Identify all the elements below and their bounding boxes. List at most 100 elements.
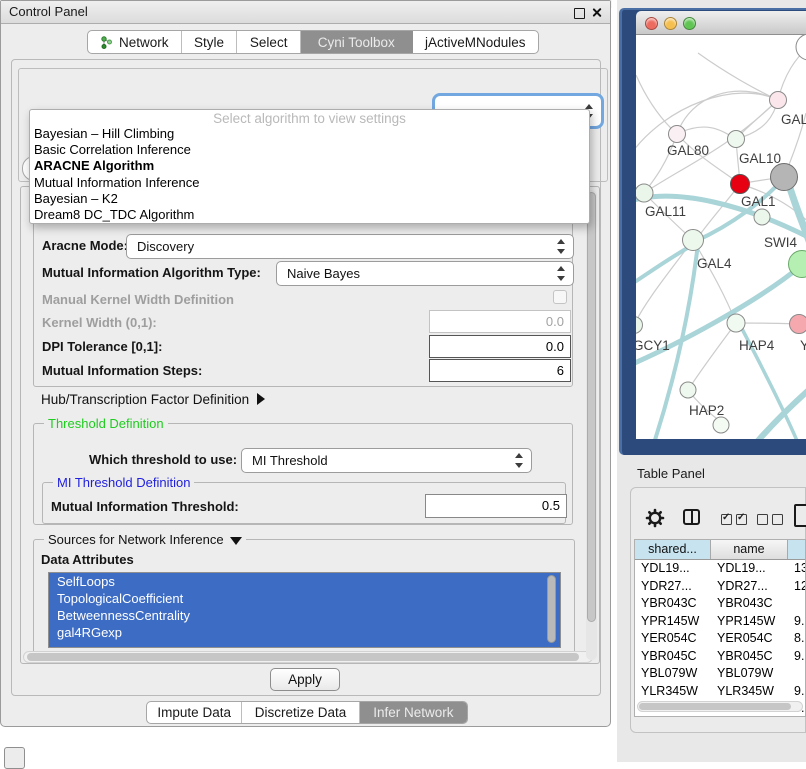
tab-discretize-data[interactable]: Discretize Data [242, 702, 359, 723]
node-swi4[interactable] [754, 209, 770, 225]
table-row[interactable]: YBL079WYBL079W [635, 665, 805, 683]
column-header-name[interactable]: name [711, 540, 788, 559]
dropdown-item-dream8[interactable]: Dream8 DC_TDC Algorithm [30, 207, 589, 223]
node-gal2[interactable] [770, 92, 787, 109]
table-row[interactable]: YPR145WYPR145W9. [635, 613, 805, 631]
zoom-traffic-light-icon[interactable] [683, 17, 696, 30]
document-icon[interactable] [794, 504, 806, 527]
kernel-width-field[interactable]: 0.0 [429, 310, 571, 333]
unchecked-columns-icon[interactable] [755, 512, 785, 530]
settings-vertical-scrollbar[interactable] [586, 190, 597, 660]
tab-cyni-toolbox[interactable]: Cyni Toolbox [301, 31, 413, 53]
mi-threshold-value: 0.5 [542, 498, 560, 513]
tab-style[interactable]: Style [182, 31, 238, 53]
attribute-betweennesscentrality[interactable]: BetweennessCentrality [49, 607, 560, 624]
kernel-width-label: Kernel Width (0,1): [42, 315, 157, 330]
sources-group: Sources for Network Inference Data Attri… [33, 539, 575, 663]
column-header-partial[interactable] [788, 540, 805, 559]
label-gal11: GAL11 [645, 204, 686, 219]
tab-impute-data-label: Impute Data [157, 705, 231, 720]
which-threshold-combobox[interactable]: MI Threshold [241, 448, 532, 473]
network-window-titlebar [636, 11, 806, 35]
node-gal1-red[interactable] [731, 175, 750, 194]
dropdown-item-aracne[interactable]: ARACNE Algorithm [30, 158, 589, 174]
close-traffic-light-icon[interactable] [645, 17, 658, 30]
node-hap2[interactable] [680, 382, 696, 398]
node-partial-bottom[interactable] [713, 417, 729, 433]
table-row[interactable]: YER054CYER054C8. [635, 630, 805, 648]
dropdown-placeholder: Select algorithm to view settings [30, 111, 589, 126]
column-header-shared[interactable]: shared... [635, 540, 711, 559]
network-canvas[interactable]: GAL GAL80 GAL10 GAL1 GAL11 SWI4 GAL4 GCY… [636, 35, 806, 439]
combo-stepper-icon [557, 266, 566, 281]
control-panel-tabbar: Network Style Select Cyni Toolbox jActiv… [87, 30, 539, 54]
float-window-icon[interactable] [574, 8, 585, 19]
kernel-width-value: 0.0 [546, 314, 564, 329]
node-gal10[interactable] [728, 131, 745, 148]
data-attributes-label: Data Attributes [41, 552, 134, 567]
attribute-gal4rgexp[interactable]: gal4RGexp [49, 624, 560, 641]
table-row[interactable]: YDL19...YDL19...13 [635, 560, 805, 578]
dpi-tolerance-field[interactable]: 0.0 [429, 335, 571, 358]
node-gcy1[interactable] [636, 317, 643, 334]
combo-stepper-icon [557, 239, 566, 254]
table-header-row: shared... name [635, 540, 805, 560]
mi-type-combobox[interactable]: Naive Bayes [276, 261, 574, 286]
node-hap4[interactable] [727, 314, 745, 332]
aracne-mode-label: Aracne Mode: [42, 238, 128, 253]
dropdown-item-mutual-information[interactable]: Mutual Information Inference [30, 175, 589, 191]
label-gal10: GAL10 [739, 151, 781, 166]
cyni-toolbox-pane: galFiltered.sif default node Select algo… [11, 59, 601, 696]
aracne-mode-combobox[interactable]: Discovery [126, 234, 574, 259]
gear-icon[interactable] [645, 508, 665, 528]
network-nodes [636, 35, 806, 433]
attribute-topologicalcoefficient[interactable]: TopologicalCoefficient [49, 590, 560, 607]
split-view-icon[interactable] [683, 509, 700, 525]
dropdown-item-basic-correlation[interactable]: Basic Correlation Inference [30, 142, 589, 158]
close-icon[interactable] [591, 7, 602, 18]
attribute-selfloops[interactable]: SelfLoops [49, 573, 560, 590]
tab-network[interactable]: Network [88, 31, 182, 53]
control-panel-title: Control Panel [9, 4, 88, 19]
dropdown-item-bayesian-k2[interactable]: Bayesian – K2 [30, 191, 589, 207]
label-hap2: HAP2 [689, 403, 724, 418]
dropdown-item-bayesian-hill-climbing[interactable]: Bayesian – Hill Climbing [30, 126, 589, 142]
hub-definition-expander[interactable]: Hub/Transcription Factor Definition [41, 391, 265, 409]
node-gal11[interactable] [636, 184, 653, 202]
minimized-panel-icon[interactable] [4, 747, 25, 769]
table-horizontal-scrollbar[interactable] [637, 701, 803, 712]
label-y-partial: Y [800, 338, 806, 353]
tab-jactivemnodules[interactable]: jActiveMNodules [413, 31, 538, 53]
minimize-traffic-light-icon[interactable] [664, 17, 677, 30]
label-swi4: SWI4 [764, 235, 797, 250]
checked-columns-icon[interactable] [719, 512, 749, 530]
mi-threshold-field[interactable]: 0.5 [425, 494, 567, 518]
node-pink-right[interactable] [790, 315, 806, 334]
node-partial-top[interactable] [796, 35, 806, 60]
node-gal4[interactable] [683, 230, 704, 251]
tab-impute-data[interactable]: Impute Data [147, 702, 242, 723]
node-gray-large[interactable] [771, 164, 798, 191]
table-row[interactable]: YBR043CYBR043C [635, 595, 805, 613]
node-gal80[interactable] [669, 126, 686, 143]
settings-horizontal-scrollbar[interactable] [23, 651, 593, 663]
tab-cyni-toolbox-label: Cyni Toolbox [318, 35, 395, 50]
label-hap4: HAP4 [739, 338, 775, 353]
table-panel: shared... name YDL19...YDL19...13 YDR27.… [630, 487, 806, 733]
mi-type-label: Mutual Information Algorithm Type: [42, 265, 261, 280]
mi-threshold-group: MI Threshold Definition Mutual Informati… [42, 482, 566, 524]
bottom-tabbar: Impute Data Discretize Data Infer Networ… [146, 701, 468, 724]
table-row[interactable]: YDR27...YDR27...12 [635, 578, 805, 596]
mi-steps-field[interactable]: 6 [429, 359, 571, 382]
apply-button[interactable]: Apply [270, 668, 340, 691]
mi-threshold-label: Mutual Information Threshold: [51, 499, 239, 514]
tab-infer-network[interactable]: Infer Network [360, 702, 467, 723]
manual-kernel-checkbox[interactable] [553, 290, 567, 304]
tab-select[interactable]: Select [237, 31, 301, 53]
node-table: shared... name YDL19...YDL19...13 YDR27.… [634, 539, 806, 717]
threshold-definition-group: Threshold Definition Which threshold to … [33, 423, 573, 525]
table-row[interactable]: YLR345WYLR345W9. [635, 683, 805, 701]
table-row[interactable]: YBR045CYBR045C9. [635, 648, 805, 666]
tab-network-label: Network [119, 35, 169, 50]
attributes-scrollbar[interactable] [546, 575, 557, 646]
